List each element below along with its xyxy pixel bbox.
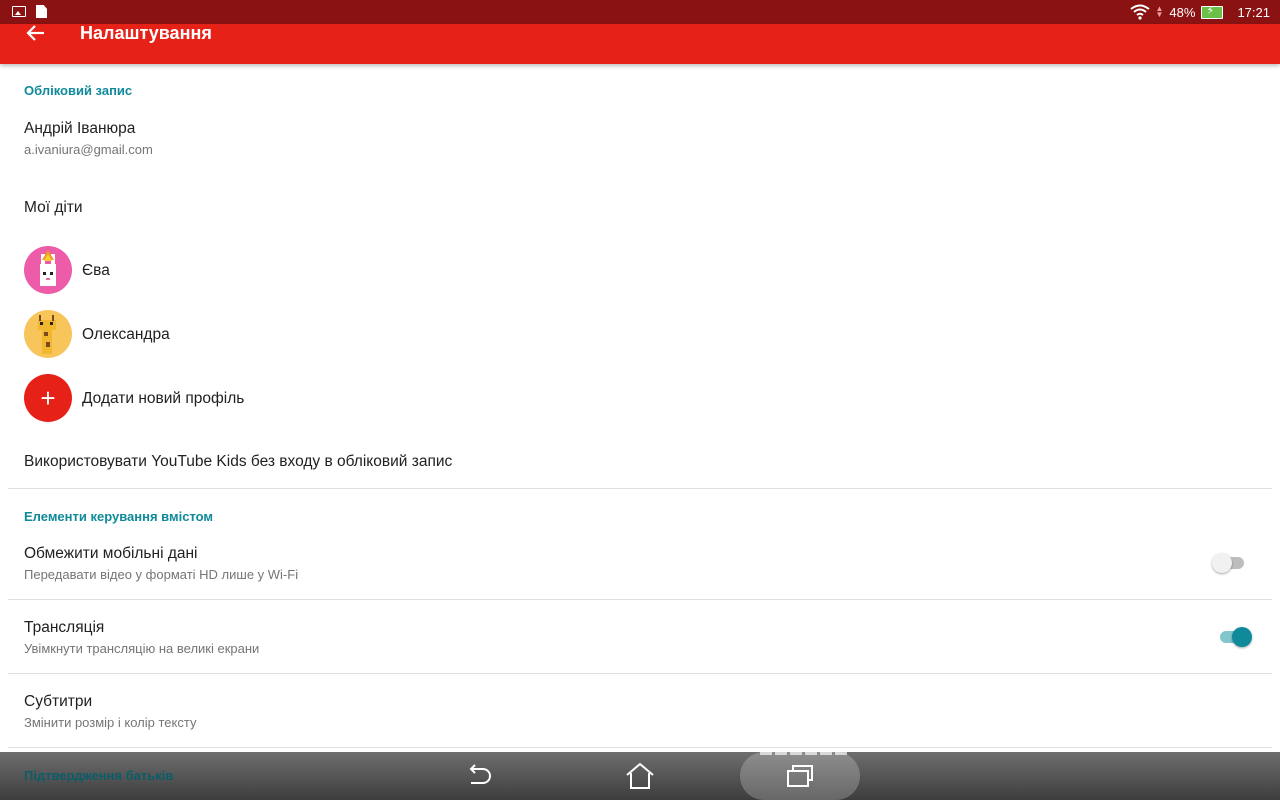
item-title: Трансляція xyxy=(24,619,105,636)
wifi-icon xyxy=(1129,4,1150,20)
limit-mobile-data-row[interactable]: Обмежити мобільні дані Передавати відео … xyxy=(0,534,1280,598)
item-title: Субтитри xyxy=(24,693,93,710)
divider xyxy=(8,599,1272,600)
arrow-left-icon[interactable] xyxy=(24,24,50,44)
image-icon xyxy=(12,6,26,17)
item-subtitle: Передавати відео у форматі HD лише у Wi-… xyxy=(24,567,299,582)
item-subtitle: Змінити розмір і колір тексту xyxy=(24,715,197,730)
add-profile-label: Додати новий профіль xyxy=(82,390,245,407)
status-bar: ▲▼ 48% 17:21 xyxy=(0,0,1280,24)
child-profile-row[interactable]: Єва xyxy=(0,240,1280,300)
toggle-thumb xyxy=(1212,553,1232,573)
child-name: Єва xyxy=(82,262,110,279)
use-without-login-label: Використовувати YouTube Kids без входу в… xyxy=(24,453,453,470)
document-icon xyxy=(36,5,47,18)
recents-nav-icon xyxy=(787,765,813,787)
clock: 17:21 xyxy=(1237,4,1270,20)
divider xyxy=(8,747,1272,748)
back-nav-icon xyxy=(469,764,491,784)
divider xyxy=(8,673,1272,674)
avatar-giraffe-icon xyxy=(24,310,72,358)
use-without-login-row[interactable]: Використовувати YouTube Kids без входу в… xyxy=(0,438,1280,486)
account-name: Андрій Іванюра xyxy=(24,120,136,137)
item-subtitle: Увімкнути трансляцію на великі екрани xyxy=(24,641,260,656)
data-arrows-icon: ▲ ▼ xyxy=(1155,4,1164,19)
captions-row[interactable]: Субтитри Змінити розмір і колір тексту xyxy=(0,682,1280,746)
add-profile-row[interactable]: + Додати новий профіль xyxy=(0,368,1280,428)
divider xyxy=(8,488,1272,489)
account-row[interactable]: Андрій Іванюра a.ivaniura@gmail.com xyxy=(0,108,1280,168)
page-title: Налаштування xyxy=(80,23,212,43)
home-nav-icon xyxy=(626,762,654,789)
battery-charging-icon xyxy=(1201,4,1224,19)
battery-percent: 48% xyxy=(1169,4,1196,20)
plus-icon: + xyxy=(24,374,72,422)
settings-list: Обліковий запис Андрій Іванюра a.ivaniur… xyxy=(0,64,1280,752)
section-header-content-controls: Елементи керування вмістом xyxy=(24,509,214,524)
section-header-account: Обліковий запис xyxy=(24,83,133,98)
casting-toggle[interactable] xyxy=(1218,627,1252,647)
account-email: a.ivaniura@gmail.com xyxy=(24,142,153,157)
nav-back-button[interactable] xyxy=(418,752,538,800)
child-profile-row[interactable]: Олександра xyxy=(0,304,1280,364)
my-children-label: Мої діти xyxy=(24,199,83,216)
app-toolbar: Налаштування xyxy=(0,24,1280,64)
nav-recents-button[interactable] xyxy=(740,752,860,800)
section-header-parental: Підтвердження батьків xyxy=(24,768,174,783)
nav-home-button[interactable] xyxy=(580,752,700,800)
casting-row[interactable]: Трансляція Увімкнути трансляцію на велик… xyxy=(0,608,1280,672)
avatar-llama-icon xyxy=(24,246,72,294)
item-title: Обмежити мобільні дані xyxy=(24,545,198,562)
child-name: Олександра xyxy=(82,326,170,343)
toggle-thumb xyxy=(1232,627,1252,647)
system-nav-bar: Підтвердження батьків xyxy=(0,752,1280,800)
limit-mobile-data-toggle[interactable] xyxy=(1212,553,1246,573)
